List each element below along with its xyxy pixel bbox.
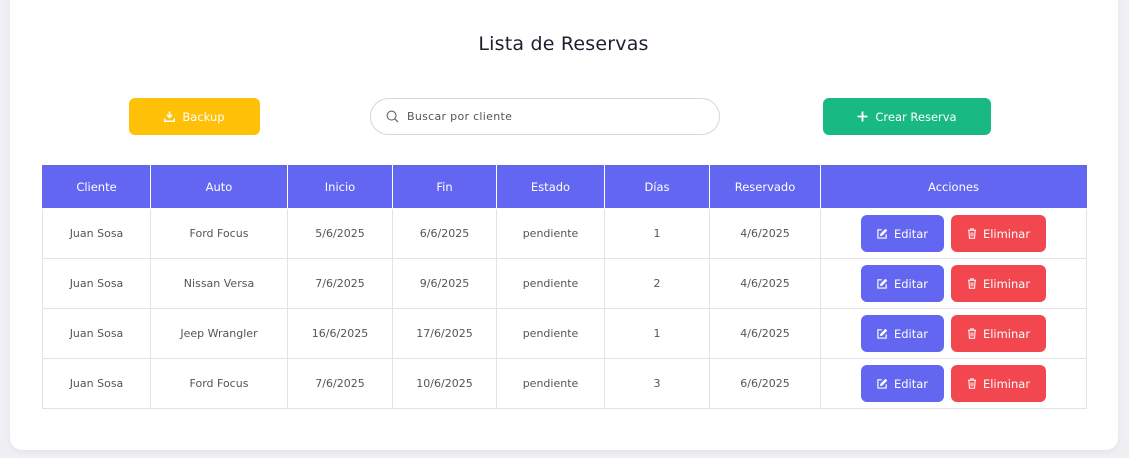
trash-icon	[967, 378, 977, 389]
cell-inicio: 16/6/2025	[287, 308, 393, 359]
backup-button[interactable]: Backup	[129, 98, 260, 135]
edit-label: Editar	[893, 376, 929, 391]
edit-icon	[877, 278, 888, 289]
cell-reservado: 4/6/2025	[709, 258, 821, 309]
column-header-auto: Auto	[150, 165, 288, 209]
cell-reservado: 4/6/2025	[709, 308, 821, 359]
cell-dias: 1	[604, 208, 710, 259]
create-reservation-label: Crear Reserva	[875, 109, 957, 124]
cell-inicio: 7/6/2025	[287, 358, 393, 409]
column-header-reservado: Reservado	[709, 165, 821, 209]
cell-dias: 3	[604, 358, 710, 409]
delete-button[interactable]: Eliminar	[951, 315, 1046, 352]
cell-auto: Ford Focus	[150, 358, 288, 409]
backup-label: Backup	[182, 109, 225, 124]
trash-icon	[967, 228, 977, 239]
cell-acciones: Editar Eliminar	[820, 208, 1087, 259]
table-row: Juan Sosa Jeep Wrangler 16/6/2025 17/6/2…	[42, 308, 1087, 359]
edit-label: Editar	[893, 326, 929, 341]
cell-cliente: Juan Sosa	[42, 208, 151, 259]
plus-icon	[857, 111, 868, 122]
table-row: Juan Sosa Ford Focus 5/6/2025 6/6/2025 p…	[42, 208, 1087, 259]
cell-cliente: Juan Sosa	[42, 308, 151, 359]
delete-label: Eliminar	[982, 276, 1031, 291]
search-input[interactable]	[407, 110, 687, 123]
edit-label: Editar	[893, 226, 929, 241]
cell-estado: pendiente	[496, 358, 605, 409]
search-icon	[386, 110, 399, 123]
cell-auto: Nissan Versa	[150, 258, 288, 309]
cell-dias: 2	[604, 258, 710, 309]
delete-label: Eliminar	[982, 376, 1031, 391]
column-header-dias: Días	[604, 165, 710, 209]
edit-button[interactable]: Editar	[861, 265, 944, 302]
cell-acciones: Editar Eliminar	[820, 258, 1087, 309]
cell-acciones: Editar Eliminar	[820, 308, 1087, 359]
cell-auto: Jeep Wrangler	[150, 308, 288, 359]
cell-inicio: 5/6/2025	[287, 208, 393, 259]
cell-fin: 9/6/2025	[392, 258, 497, 309]
delete-button[interactable]: Eliminar	[951, 215, 1046, 252]
cell-reservado: 6/6/2025	[709, 358, 821, 409]
edit-icon	[877, 328, 888, 339]
table-row: Juan Sosa Ford Focus 7/6/2025 10/6/2025 …	[42, 358, 1087, 409]
cell-inicio: 7/6/2025	[287, 258, 393, 309]
cell-fin: 6/6/2025	[392, 208, 497, 259]
column-header-inicio: Inicio	[287, 165, 393, 209]
cell-cliente: Juan Sosa	[42, 358, 151, 409]
cell-acciones: Editar Eliminar	[820, 358, 1087, 409]
page-title: Lista de Reservas	[478, 33, 649, 55]
cell-estado: pendiente	[496, 258, 605, 309]
table-row: Juan Sosa Nissan Versa 7/6/2025 9/6/2025…	[42, 258, 1087, 309]
column-header-estado: Estado	[496, 165, 605, 209]
reservations-table: Cliente Auto Inicio Fin Estado Días Rese…	[42, 165, 1087, 409]
cell-estado: pendiente	[496, 308, 605, 359]
cell-cliente: Juan Sosa	[42, 258, 151, 309]
cell-fin: 17/6/2025	[392, 308, 497, 359]
cell-reservado: 4/6/2025	[709, 208, 821, 259]
create-reservation-button[interactable]: Crear Reserva	[823, 98, 991, 135]
edit-icon	[877, 228, 888, 239]
cell-fin: 10/6/2025	[392, 358, 497, 409]
table-header-row: Cliente Auto Inicio Fin Estado Días Rese…	[42, 165, 1087, 209]
cell-dias: 1	[604, 308, 710, 359]
search-field[interactable]	[370, 98, 720, 135]
download-icon	[164, 111, 176, 122]
delete-button[interactable]: Eliminar	[951, 265, 1046, 302]
cell-auto: Ford Focus	[150, 208, 288, 259]
edit-icon	[877, 378, 888, 389]
column-header-acciones: Acciones	[820, 165, 1087, 209]
delete-button[interactable]: Eliminar	[951, 365, 1046, 402]
edit-label: Editar	[893, 276, 929, 291]
cell-estado: pendiente	[496, 208, 605, 259]
column-header-cliente: Cliente	[42, 165, 151, 209]
delete-label: Eliminar	[982, 226, 1031, 241]
column-header-fin: Fin	[392, 165, 497, 209]
edit-button[interactable]: Editar	[861, 215, 944, 252]
trash-icon	[967, 278, 977, 289]
edit-button[interactable]: Editar	[861, 315, 944, 352]
delete-label: Eliminar	[982, 326, 1031, 341]
trash-icon	[967, 328, 977, 339]
edit-button[interactable]: Editar	[861, 365, 944, 402]
